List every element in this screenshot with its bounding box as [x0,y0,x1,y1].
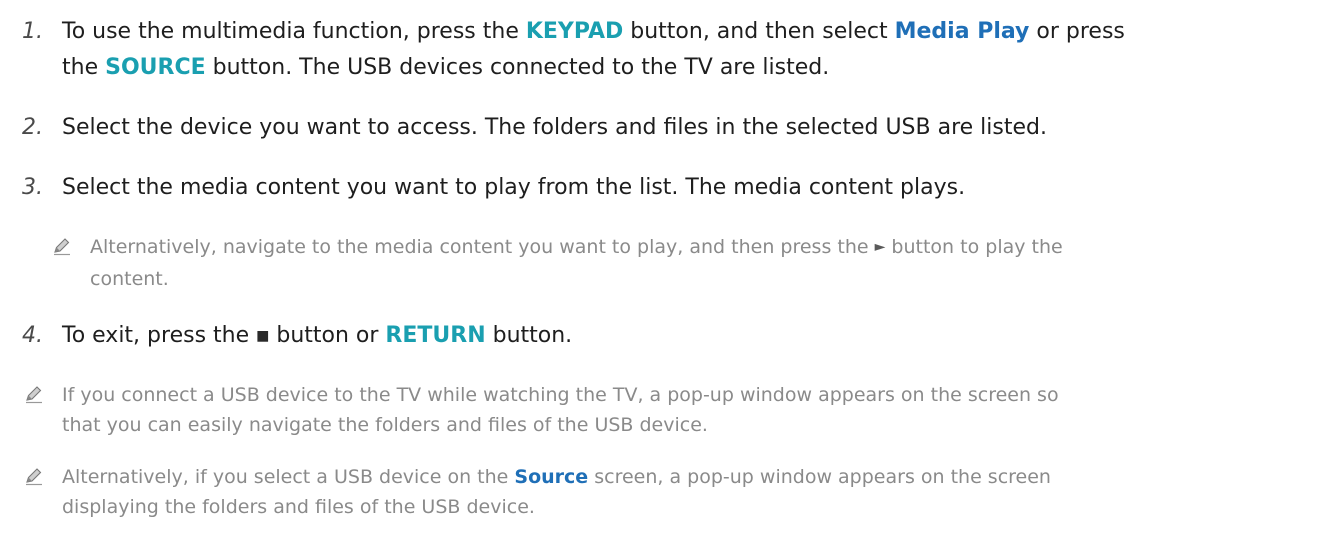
play-symbol: ► [874,239,886,255]
pencil-icon [26,468,42,486]
note-text-continued: content. [90,268,169,290]
step-3-note: Alternatively, navigate to the media con… [54,232,1063,294]
step-text-continued: the SOURCE button. The USB devices conne… [62,55,830,80]
source-screen-note: Alternatively, if you select a USB devic… [26,462,1051,522]
keypad-keyword: KEYPAD [525,19,624,44]
note-text: Alternatively, if you select a USB devic… [62,466,1051,488]
pencil-icon [54,238,70,256]
step-1: 1. To use the multimedia function, press … [22,14,1125,86]
usb-popup-note: If you connect a USB device to the TV wh… [26,380,1059,440]
step-3: 3. Select the media content you want to p… [22,170,965,206]
media-play-keyword: Media Play [894,19,1030,44]
note-text: If you connect a USB device to the TV wh… [62,384,1059,406]
step-2: 2. Select the device you want to access. … [22,110,1047,146]
step-number: 2. [22,115,43,140]
pencil-icon [26,386,42,404]
stop-symbol: ■ [256,328,270,344]
note-text-continued: that you can easily navigate the folders… [62,414,708,436]
return-keyword: RETURN [385,323,486,348]
note-text: Alternatively, navigate to the media con… [90,236,1063,258]
step-number: 3. [22,175,43,200]
step-number: 4. [22,323,43,348]
step-text: Select the media content you want to pla… [62,175,966,200]
step-text: To exit, press the ■ button or RETURN bu… [62,323,573,348]
step-number: 1. [22,19,43,44]
source-keyword: SOURCE [105,55,206,80]
step-text: To use the multimedia function, press th… [62,19,1125,44]
source-keyword: Source [514,466,589,488]
note-text-continued: displaying the folders and files of the … [62,496,535,518]
step-text: Select the device you want to access. Th… [62,115,1047,140]
step-4: 4. To exit, press the ■ button or RETURN … [22,318,572,356]
